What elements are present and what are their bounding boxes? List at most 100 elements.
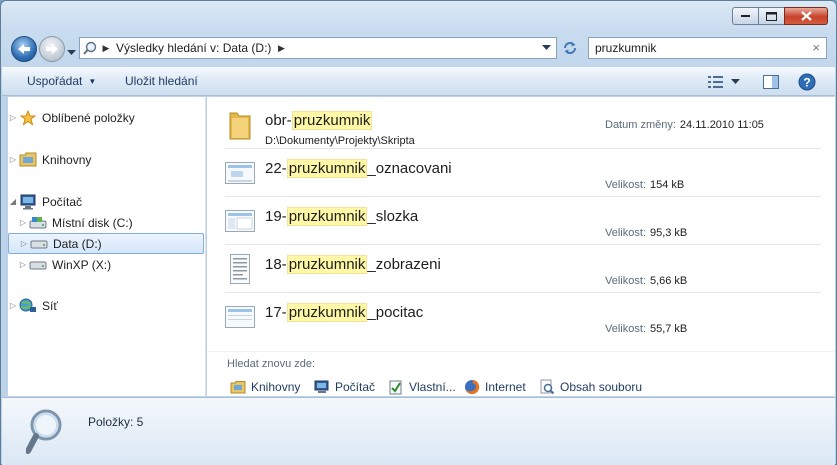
tree-label: Místní disk (C:) bbox=[52, 216, 133, 230]
help-icon: ? bbox=[798, 73, 816, 91]
search-again-computer[interactable]: Počítač bbox=[313, 379, 375, 395]
result-item[interactable]: 19-pruzkumnik_slozka Velikost:95,3 kB bbox=[225, 198, 821, 245]
tree-label: Oblíbené položky bbox=[42, 111, 135, 125]
svg-text:?: ? bbox=[803, 76, 810, 90]
minimize-icon bbox=[741, 14, 751, 18]
save-search-button[interactable]: Uložit hledání bbox=[125, 74, 198, 88]
back-button[interactable] bbox=[11, 36, 37, 62]
tree-label: Síť bbox=[42, 299, 58, 313]
preview-pane-icon bbox=[763, 75, 779, 89]
search-again-panel: Hledat znovu zde: Knihovny Počítač Vlast… bbox=[207, 351, 835, 396]
search-document-icon bbox=[538, 379, 556, 395]
meta-value: 24.11.2010 11:05 bbox=[680, 119, 764, 131]
tree-label: WinXP (X:) bbox=[52, 258, 111, 272]
tree-network[interactable]: ▷ Síť bbox=[8, 295, 204, 316]
result-meta: Datum změny: 24.11.2010 11:05 bbox=[605, 119, 764, 131]
result-item[interactable]: 17-pruzkumnik_pocitac Velikost: 55,7 kB bbox=[225, 294, 821, 341]
refresh-button[interactable] bbox=[559, 37, 581, 59]
collapse-icon[interactable]: ◢ bbox=[8, 197, 18, 206]
expand-icon[interactable]: ▷ bbox=[8, 155, 18, 164]
result-meta: Velikost: 154 kB bbox=[605, 179, 684, 191]
tree-drive-d[interactable]: ▷ Data (D:) bbox=[8, 233, 204, 254]
address-dropdown-button[interactable] bbox=[536, 38, 556, 58]
library-icon bbox=[18, 151, 38, 169]
navigation-pane: ▷ Oblíbené položky ▷ Knihovny ◢ Počítač … bbox=[8, 97, 206, 396]
close-button[interactable] bbox=[784, 7, 828, 25]
result-item[interactable]: 22-pruzkumnik_oznacovani Velikost:154 kB bbox=[225, 150, 821, 197]
explorer-window: ▶ Výsledky hledání v: Data (D:) ▶ pruzku… bbox=[0, 0, 837, 465]
chevron-down-icon: ▼ bbox=[88, 77, 96, 86]
result-name: 18-pruzkumnik_zobrazeni bbox=[265, 256, 441, 273]
meta-key: Datum změny: bbox=[605, 119, 676, 131]
result-item[interactable]: 18-pruzkumnik_zobrazeni Velikost:5,66 kB bbox=[225, 246, 821, 293]
arrow-right-icon bbox=[45, 43, 59, 55]
search-again-file-contents[interactable]: Obsah souboru bbox=[538, 379, 642, 395]
minimize-button[interactable] bbox=[732, 7, 758, 25]
details-pane: Položky: 5 bbox=[2, 397, 835, 465]
tree-favorites[interactable]: ▷ Oblíbené položky bbox=[8, 107, 204, 128]
library-icon bbox=[229, 379, 247, 395]
view-options-dropdown[interactable] bbox=[728, 72, 742, 92]
chevron-down-icon bbox=[67, 50, 76, 56]
result-path: D:\Dokumenty\Projekty\Skripta bbox=[265, 135, 415, 147]
expand-icon[interactable]: ▷ bbox=[18, 260, 28, 269]
arrow-left-icon bbox=[17, 43, 31, 55]
magnifier-icon bbox=[26, 406, 76, 461]
clear-search-icon[interactable]: × bbox=[812, 40, 820, 55]
expand-icon[interactable]: ▷ bbox=[18, 218, 28, 227]
expand-icon[interactable]: ▷ bbox=[19, 239, 29, 248]
image-file-icon bbox=[225, 156, 255, 190]
search-again-libraries[interactable]: Knihovny bbox=[229, 379, 300, 395]
result-name: obr-pruzkumnik bbox=[265, 112, 372, 129]
image-file-icon bbox=[225, 300, 255, 334]
close-icon bbox=[801, 11, 812, 21]
result-item[interactable]: obr-pruzkumnik D:\Dokumenty\Projekty\Skr… bbox=[225, 102, 821, 149]
organize-button[interactable]: Uspořádat ▼ bbox=[27, 74, 96, 88]
search-input[interactable]: pruzkumnik bbox=[595, 41, 656, 55]
recent-pages-button[interactable] bbox=[67, 45, 77, 53]
search-box[interactable]: pruzkumnik × bbox=[588, 37, 827, 59]
expand-icon[interactable]: ▷ bbox=[8, 113, 18, 122]
address-bar[interactable]: ▶ Výsledky hledání v: Data (D:) ▶ bbox=[79, 37, 557, 59]
match-highlight: pruzkumnik bbox=[287, 159, 368, 178]
result-meta: Velikost:95,3 kB bbox=[605, 227, 687, 239]
help-button[interactable]: ? bbox=[796, 72, 818, 92]
view-options-button[interactable] bbox=[705, 72, 727, 92]
tree-label: Počítač bbox=[42, 195, 82, 209]
tree-label: Knihovny bbox=[42, 153, 91, 167]
tree-libraries[interactable]: ▷ Knihovny bbox=[8, 149, 204, 170]
forward-button[interactable] bbox=[39, 36, 65, 62]
address-text[interactable]: Výsledky hledání v: Data (D:) bbox=[112, 41, 275, 55]
command-bar: Uspořádat ▼ Uložit hledání ? bbox=[2, 66, 835, 96]
tree-label: Data (D:) bbox=[53, 237, 102, 251]
maximize-button[interactable] bbox=[758, 7, 784, 25]
search-again-custom[interactable]: Vlastní... bbox=[387, 379, 456, 395]
expand-icon[interactable]: ▷ bbox=[8, 301, 18, 310]
match-highlight: pruzkumnik bbox=[287, 303, 368, 322]
document-file-icon bbox=[225, 252, 255, 286]
maximize-icon bbox=[766, 12, 777, 21]
breadcrumb-chevron-icon[interactable]: ▶ bbox=[275, 43, 287, 54]
computer-icon bbox=[313, 379, 331, 395]
chevron-down-icon bbox=[542, 45, 551, 51]
result-meta: Velikost: 55,7 kB bbox=[605, 323, 687, 335]
drive-icon bbox=[29, 235, 49, 253]
tree-drive-c[interactable]: ▷ Místní disk (C:) bbox=[8, 212, 204, 233]
refresh-icon bbox=[562, 40, 578, 56]
match-highlight: pruzkumnik bbox=[292, 111, 373, 130]
breadcrumb-chevron-icon[interactable]: ▶ bbox=[100, 43, 112, 54]
view-list-icon bbox=[708, 75, 724, 89]
result-name: 19-pruzkumnik_slozka bbox=[265, 208, 418, 225]
tree-computer[interactable]: ◢ Počítač bbox=[8, 191, 204, 212]
system-drive-icon bbox=[28, 214, 48, 232]
meta-key: Velikost: bbox=[605, 323, 646, 335]
folder-check-icon bbox=[387, 379, 405, 395]
meta-value: 55,7 kB bbox=[650, 323, 687, 335]
meta-key: Velikost: bbox=[605, 275, 646, 287]
tree-drive-x[interactable]: ▷ WinXP (X:) bbox=[8, 254, 204, 275]
meta-key: Velikost: bbox=[605, 179, 646, 191]
result-name: 17-pruzkumnik_pocitac bbox=[265, 304, 423, 321]
meta-value: 154 kB bbox=[650, 179, 684, 191]
preview-pane-button[interactable] bbox=[760, 72, 782, 92]
search-again-internet[interactable]: Internet bbox=[463, 379, 526, 395]
